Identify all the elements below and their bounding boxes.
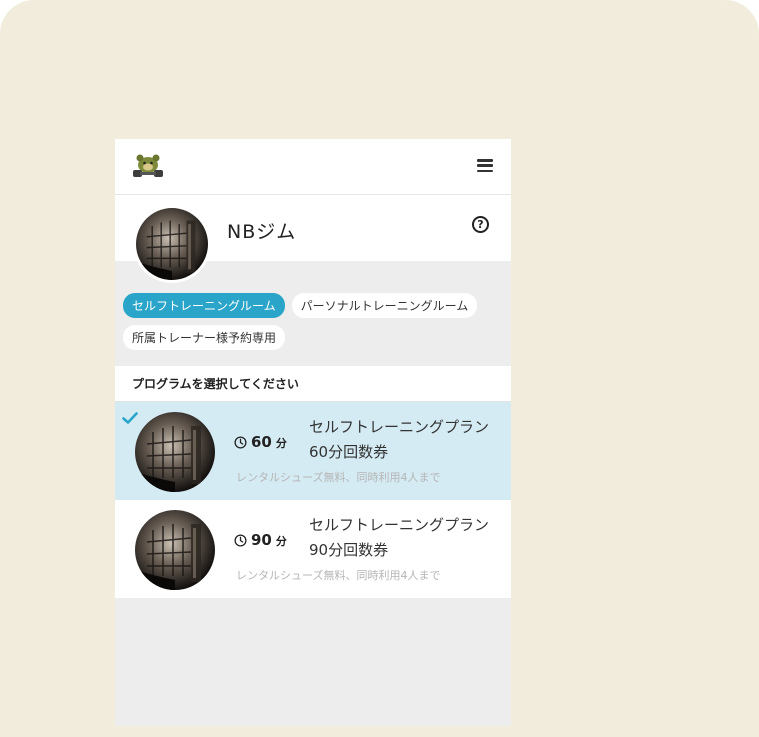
program-subtitle: レンタルシューズ無料、同時利用4人まで [236, 471, 441, 484]
duration-unit: 分 [275, 535, 287, 548]
gym-name: NBジム [227, 221, 297, 243]
duration-unit: 分 [275, 437, 287, 450]
tag-personal-training-room[interactable]: パーソナルトレーニングルーム [291, 293, 478, 318]
top-bar [115, 139, 511, 195]
program-duration: 60 分 [234, 433, 287, 451]
duration-value: 90 [251, 531, 272, 549]
program-item-60[interactable]: 60 分 セルフトレーニングプラン 60分回数券 レンタルシューズ無料、同時利用… [115, 402, 511, 500]
clock-icon [234, 533, 247, 547]
program-image [135, 510, 215, 590]
section-title: プログラムを選択してください [115, 366, 511, 402]
program-title: セルフトレーニングプラン 90分回数券 [309, 516, 490, 559]
program-duration: 90 分 [234, 531, 287, 549]
program-subtitle: レンタルシューズ無料、同時利用4人まで [236, 569, 441, 582]
duration-value: 60 [251, 433, 272, 451]
program-image [135, 412, 215, 492]
app-screen: NBジム ? セルフトレーニングルーム パーソナルトレーニングルーム 所属トレー… [115, 139, 511, 726]
gym-header: NBジム ? [115, 195, 511, 283]
tag-self-training-room[interactable]: セルフトレーニングルーム [123, 293, 285, 318]
hamburger-menu-icon[interactable] [477, 159, 493, 172]
question-circle-icon[interactable]: ? [472, 216, 489, 233]
checkmark-icon [122, 412, 138, 424]
bear-mascot-logo[interactable] [131, 153, 165, 179]
background-card: NBジム ? セルフトレーニングルーム パーソナルトレーニングルーム 所属トレー… [0, 0, 759, 737]
tag-trainer-reservation[interactable]: 所属トレーナー様予約専用 [123, 325, 286, 350]
gym-avatar [133, 205, 211, 283]
program-title: セルフトレーニングプラン 60分回数券 [309, 418, 490, 461]
clock-icon [234, 435, 247, 449]
program-item-90[interactable]: 90 分 セルフトレーニングプラン 90分回数券 レンタルシューズ無料、同時利用… [115, 500, 511, 598]
